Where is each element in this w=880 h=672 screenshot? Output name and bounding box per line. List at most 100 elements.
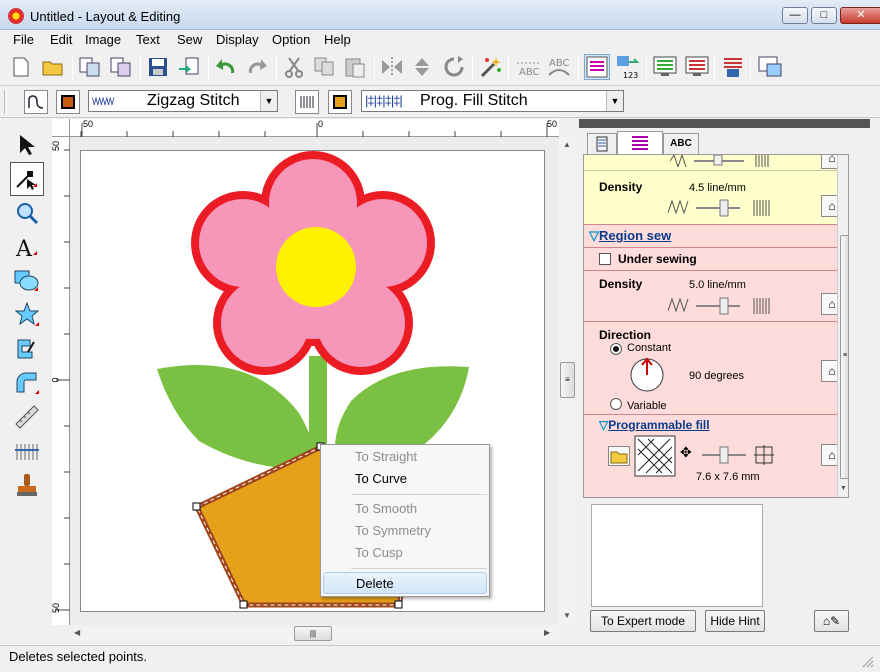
flower [191, 151, 435, 375]
point-edit-icon[interactable] [10, 162, 44, 196]
prog-fill-header[interactable]: ▽Programmable fill [599, 418, 710, 432]
control-point [239, 600, 248, 609]
rotate-icon[interactable] [441, 54, 467, 80]
under-sewing-checkbox[interactable] [599, 253, 611, 265]
menu-item-delete[interactable]: Delete [323, 572, 487, 594]
tab-thread-icon[interactable] [587, 133, 617, 154]
horizontal-scrollbar[interactable]: ◀ ||| ▶ [70, 625, 559, 642]
density-slider[interactable] [668, 297, 793, 315]
context-menu: To Straight To Curve To Smooth To Symmet… [320, 444, 490, 597]
chevron-down-icon[interactable]: ▼ [606, 91, 623, 111]
undo-icon[interactable] [213, 54, 239, 80]
scroll-left-icon[interactable]: ◀ [74, 628, 80, 637]
maximize-button[interactable]: □ [811, 7, 837, 24]
mirror-icon[interactable] [379, 54, 405, 80]
region-stitch-select[interactable]: |‡|‡|‡|‡| Prog. Fill Stitch ▼ [361, 90, 624, 112]
paste-icon[interactable] [342, 54, 368, 80]
menu-help[interactable]: Help [319, 32, 356, 47]
shape-tool-icon[interactable] [10, 264, 44, 298]
scroll-down-icon[interactable]: ▼ [840, 485, 847, 492]
flip-icon[interactable] [410, 54, 436, 80]
stamp-tool-icon[interactable] [10, 468, 44, 502]
import-icon[interactable] [77, 54, 103, 80]
prog-fill-preview-icon: |‡|‡|‡|‡| [365, 93, 403, 108]
close-button[interactable]: ✕ [840, 7, 880, 24]
menu-item-to-cusp[interactable]: To Cusp [323, 542, 487, 564]
stitch-edit-icon[interactable] [10, 434, 44, 468]
menu-option[interactable]: Option [267, 32, 315, 47]
cut-icon[interactable] [281, 54, 307, 80]
fill-grid-icon[interactable] [754, 445, 774, 465]
menu-item-to-smooth[interactable]: To Smooth [323, 498, 487, 520]
menu-item-to-straight[interactable]: To Straight [323, 446, 487, 468]
save-icon[interactable] [145, 54, 171, 80]
menu-item-to-curve[interactable]: To Curve [323, 468, 487, 490]
scroll-thumb[interactable]: ≡ [560, 362, 575, 398]
line-sew-toggle-icon[interactable] [24, 90, 48, 114]
region-sew-section: ▽Region sew Under sewing Density 5.0 lin… [584, 224, 848, 497]
line-stitch-select[interactable]: \/\/\/\/\/\/ Zigzag Stitch ▼ [88, 90, 278, 112]
write-to-card-icon[interactable] [720, 54, 746, 80]
redo-icon[interactable] [244, 54, 270, 80]
realistic-preview-icon[interactable] [684, 54, 710, 80]
menu-display[interactable]: Display [211, 32, 264, 47]
home-settings-icon[interactable]: ⌂✎ [814, 610, 849, 632]
tab-text[interactable]: ABC [663, 133, 699, 154]
menu-item-to-symmetry[interactable]: To Symmetry [323, 520, 487, 542]
menu-text[interactable]: Text [131, 32, 165, 47]
new-icon[interactable] [8, 54, 34, 80]
vertical-scrollbar[interactable]: ▲ ≡ ▼ [559, 137, 576, 625]
minimize-button[interactable]: — [782, 7, 808, 24]
region-sew-toggle-icon[interactable] [295, 90, 319, 114]
scroll-down-icon[interactable]: ▼ [563, 611, 571, 620]
stamp-shape-icon[interactable] [10, 298, 44, 332]
menu-separator [351, 494, 487, 495]
preview-icon[interactable] [652, 54, 678, 80]
design-settings-icon[interactable] [757, 54, 783, 80]
text-arc-icon[interactable]: ABC [515, 54, 541, 80]
hide-hint-button[interactable]: Hide Hint [705, 610, 765, 632]
magic-wand-icon[interactable] [478, 54, 504, 80]
sewing-attributes-panel: ABC ⌂ Density 4.5 line/mm ⌂ ▽Region sew … [579, 119, 870, 639]
select-arrow-icon[interactable] [10, 128, 44, 162]
fill-size-slider[interactable] [702, 446, 747, 464]
variable-radio[interactable] [610, 398, 622, 410]
direction-label: Direction [599, 328, 652, 342]
expert-mode-button[interactable]: To Expert mode [590, 610, 696, 632]
menu-sew[interactable]: Sew [172, 32, 207, 47]
transfer-icon[interactable] [176, 54, 202, 80]
tab-stitch-icon[interactable] [617, 131, 663, 155]
region-stitch-label: Prog. Fill Stitch [420, 92, 528, 109]
sewing-order-icon[interactable]: 123 [615, 54, 641, 80]
scroll-up-icon[interactable]: ▲ [563, 140, 571, 149]
menu-file[interactable]: File [8, 32, 39, 47]
move-icon[interactable]: ✥ [680, 444, 692, 461]
sewing-attributes-icon[interactable] [584, 54, 610, 80]
open-icon[interactable] [40, 54, 66, 80]
scroll-thumb[interactable]: ≡ [840, 235, 848, 479]
direction-dial[interactable] [629, 357, 665, 393]
line-color-swatch[interactable] [56, 90, 80, 114]
zoom-icon[interactable] [10, 196, 44, 230]
measure-icon[interactable] [10, 400, 44, 434]
fill-pattern-preview[interactable] [634, 435, 676, 477]
manual-punch-icon[interactable] [10, 332, 44, 366]
density-slider[interactable] [668, 199, 793, 217]
menu-image[interactable]: Image [80, 32, 126, 47]
text-tool-icon[interactable]: A [10, 230, 44, 264]
panel-scrollbar[interactable]: ≡ ▼ [837, 155, 848, 497]
export-icon[interactable] [108, 54, 134, 80]
scroll-right-icon[interactable]: ▶ [544, 628, 550, 637]
curve-punch-icon[interactable] [10, 366, 44, 400]
copy-icon[interactable] [312, 54, 338, 80]
constant-radio[interactable] [610, 343, 622, 355]
scroll-thumb[interactable]: ||| [294, 626, 332, 641]
resize-grip-icon[interactable] [860, 654, 874, 668]
toolbar-separator [750, 56, 751, 80]
region-sew-header[interactable]: ▽Region sew [589, 228, 671, 244]
chevron-down-icon[interactable]: ▼ [260, 91, 277, 111]
region-color-swatch[interactable] [328, 90, 352, 114]
menu-edit[interactable]: Edit [45, 32, 77, 47]
open-folder-icon[interactable] [608, 446, 630, 466]
text-path-icon[interactable]: ABC [546, 54, 572, 80]
